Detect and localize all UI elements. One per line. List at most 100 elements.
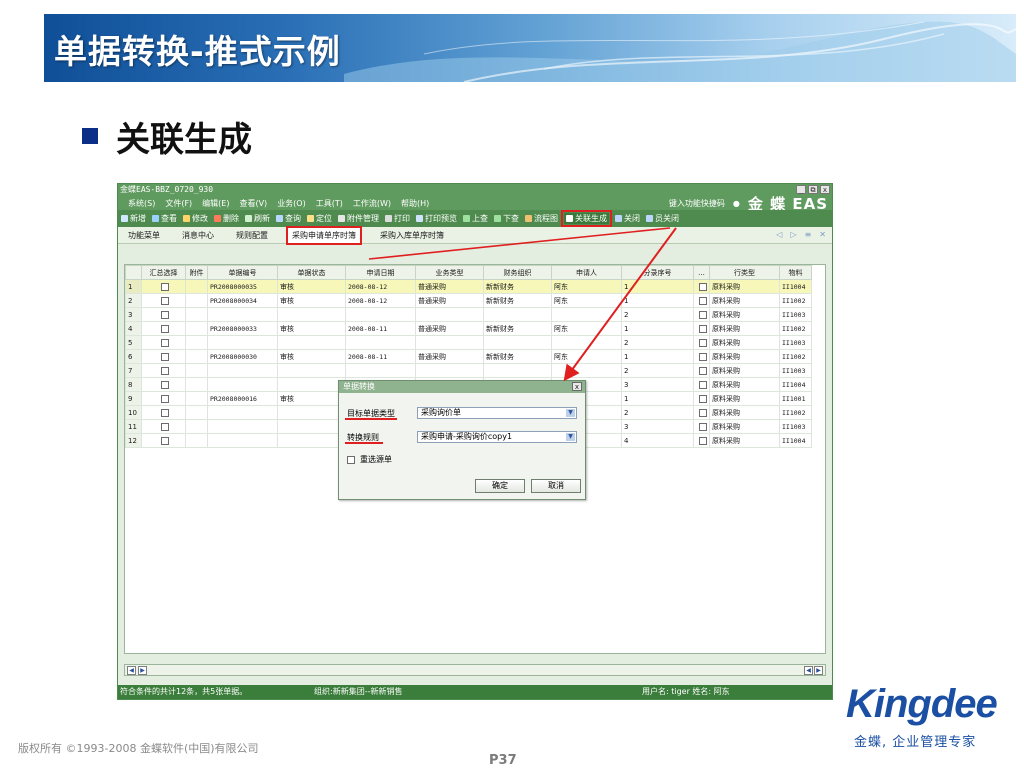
- trace-up-button[interactable]: 上查: [463, 213, 488, 224]
- checkbox[interactable]: [698, 366, 707, 375]
- checkbox[interactable]: [698, 282, 707, 291]
- summary-checkbox: [141, 279, 186, 294]
- close-doc-button[interactable]: 关闭: [615, 213, 640, 224]
- target-type-select[interactable]: 采购询价单 ▼: [417, 407, 577, 419]
- col-header-doc-number[interactable]: 单据编号: [207, 265, 278, 280]
- add-button[interactable]: 新增: [121, 213, 146, 224]
- locate-button[interactable]: 定位: [307, 213, 332, 224]
- menu-file[interactable]: 文件(F): [165, 198, 192, 209]
- table-row[interactable]: 5 2 原料采购 II1003: [125, 335, 812, 350]
- col-header-material[interactable]: 物料: [779, 265, 812, 280]
- menu-view[interactable]: 查看(V): [239, 198, 267, 209]
- reselect-checkbox[interactable]: [347, 455, 355, 464]
- table-row[interactable]: 7 2 原料采购 II1003: [125, 363, 812, 378]
- checkbox[interactable]: [160, 352, 169, 361]
- checkbox[interactable]: [160, 324, 169, 333]
- col-header-entry-seq[interactable]: 分录序号: [621, 265, 694, 280]
- col-header-summary-select[interactable]: 汇总选择: [141, 265, 186, 280]
- checkbox[interactable]: [160, 366, 169, 375]
- horizontal-scrollbar[interactable]: ◀ ▶ ◀ ▶: [124, 664, 826, 676]
- tab-next-icon[interactable]: ▷: [790, 230, 796, 239]
- search-icon[interactable]: ●: [733, 199, 740, 208]
- scroll-left-icon[interactable]: ◀: [127, 666, 136, 675]
- checkbox[interactable]: [698, 310, 707, 319]
- status-org: 组织:新新集团--新新销售: [314, 687, 403, 696]
- delete-button[interactable]: 删除: [214, 213, 239, 224]
- checkbox[interactable]: [698, 422, 707, 431]
- chevron-down-icon[interactable]: ▼: [566, 433, 575, 441]
- chevron-down-icon[interactable]: ▼: [566, 409, 575, 417]
- cancel-button[interactable]: 取消: [531, 479, 581, 493]
- menu-tools[interactable]: 工具(T): [316, 198, 343, 209]
- trace-down-button[interactable]: 下查: [494, 213, 519, 224]
- flowchart-button[interactable]: 流程图: [525, 213, 558, 224]
- summary-checkbox: [141, 391, 186, 406]
- checkbox[interactable]: [160, 394, 169, 403]
- checkbox[interactable]: [160, 282, 169, 291]
- checkbox[interactable]: [160, 422, 169, 431]
- row-type: 原料采购: [709, 335, 780, 350]
- col-header-biz-type[interactable]: 业务类型: [415, 265, 484, 280]
- tab-purchase-receipt-list[interactable]: 采购入库单序时簿: [376, 228, 448, 243]
- tab-rule-config[interactable]: 规则配置: [232, 228, 272, 243]
- tab-prev-icon[interactable]: ◁: [776, 230, 782, 239]
- table-row[interactable]: 6 PR2008000030 审核 2008-08-11 普通采购 新新财务 阿东 1 原料采购…: [125, 349, 812, 364]
- view-button[interactable]: 查看: [152, 213, 177, 224]
- table-row[interactable]: 2 PR2008000034 审核 2008-08-12 普通采购 新新财务 阿东 1 原料采购…: [125, 293, 812, 308]
- checkbox[interactable]: [698, 296, 707, 305]
- col-header-attachment[interactable]: 附件: [185, 265, 208, 280]
- print-button[interactable]: 打印: [385, 213, 410, 224]
- dialog-close-button[interactable]: x: [572, 382, 582, 391]
- checkbox[interactable]: [698, 338, 707, 347]
- attachment-button[interactable]: 附件管理: [338, 213, 379, 224]
- locate-icon: [307, 215, 314, 222]
- checkbox[interactable]: [698, 352, 707, 361]
- checkbox[interactable]: [698, 380, 707, 389]
- col-header-apply-date[interactable]: 申请日期: [345, 265, 416, 280]
- table-row[interactable]: 4 PR2008000033 审核 2008-08-11 普通采购 新新财务 阿东 1 原料采购…: [125, 321, 812, 336]
- row-checkbox: [693, 335, 710, 350]
- tab-purchase-request-list[interactable]: 采购申请单序时簿: [286, 225, 362, 245]
- scroll-right-end-icon[interactable]: ▶: [814, 666, 823, 675]
- checkbox[interactable]: [160, 310, 169, 319]
- tab-list-icon[interactable]: ≡: [805, 230, 812, 239]
- checkbox[interactable]: [160, 408, 169, 417]
- col-header-more[interactable]: ...: [693, 265, 710, 280]
- checkbox[interactable]: [160, 436, 169, 445]
- menu-system[interactable]: 系统(S): [128, 198, 155, 209]
- ok-button[interactable]: 确定: [475, 479, 525, 493]
- col-header-doc-status[interactable]: 单据状态: [277, 265, 346, 280]
- checkbox[interactable]: [160, 380, 169, 389]
- menu-edit[interactable]: 编辑(E): [202, 198, 229, 209]
- query-button[interactable]: 查询: [276, 213, 301, 224]
- checkbox[interactable]: [698, 436, 707, 445]
- refresh-button[interactable]: 刷新: [245, 213, 270, 224]
- table-row[interactable]: 1 PR2008000035 审核 2008-08-12 普通采购 新新财务 阿东 1 原料采购…: [125, 279, 812, 294]
- print-preview-button[interactable]: 打印预览: [416, 213, 457, 224]
- table-row[interactable]: 3 2 原料采购 II1003: [125, 307, 812, 322]
- row-checkbox: [693, 433, 710, 448]
- menu-workflow[interactable]: 工作流(W): [353, 198, 391, 209]
- scroll-left-end-icon[interactable]: ◀: [804, 666, 813, 675]
- reverse-close-button[interactable]: 员关闭: [646, 213, 679, 224]
- checkbox[interactable]: [698, 394, 707, 403]
- tab-function-menu[interactable]: 功能菜单: [124, 228, 164, 243]
- checkbox[interactable]: [698, 408, 707, 417]
- row-type: 原料采购: [709, 363, 780, 378]
- scroll-right-icon[interactable]: ▶: [138, 666, 147, 675]
- checkbox[interactable]: [698, 324, 707, 333]
- link-generate-button[interactable]: 关联生成: [561, 210, 612, 227]
- col-header-row-type[interactable]: 行类型: [709, 265, 780, 280]
- tab-message-center[interactable]: 消息中心: [178, 228, 218, 243]
- kingdee-logo: Kingdee: [846, 682, 998, 726]
- menu-business[interactable]: 业务(O): [277, 198, 306, 209]
- col-header-applicant[interactable]: 申请人: [551, 265, 622, 280]
- checkbox[interactable]: [160, 296, 169, 305]
- convert-rule-select[interactable]: 采购申请-采购询价copy1 ▼: [417, 431, 577, 443]
- edit-button[interactable]: 修改: [183, 213, 208, 224]
- shortcut-input[interactable]: 键入功能快捷码: [669, 198, 725, 209]
- tab-close-icon[interactable]: ✕: [819, 230, 826, 239]
- checkbox[interactable]: [160, 338, 169, 347]
- menu-help[interactable]: 帮助(H): [401, 198, 429, 209]
- col-header-finance-org[interactable]: 财务组织: [483, 265, 552, 280]
